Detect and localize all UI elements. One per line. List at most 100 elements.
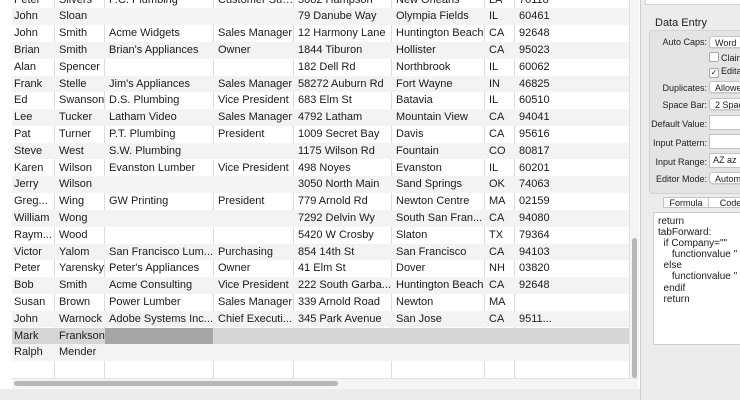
address-cell[interactable]: 182 Dell Rd — [298, 59, 394, 76]
city-cell[interactable]: Huntington Beach — [396, 277, 488, 294]
first-name-cell[interactable]: John — [14, 311, 57, 328]
state-cell[interactable]: CO — [489, 143, 517, 160]
table-row[interactable]: Mark Frankson — [12, 327, 629, 345]
table-row[interactable]: Frank Stelle Jim's Appliances Sales Manager… — [12, 75, 629, 93]
address-cell[interactable]: 7292 Delvin Wy — [298, 210, 394, 227]
title-cell[interactable] — [218, 8, 296, 25]
city-cell[interactable]: Newton Centre — [396, 193, 488, 210]
tab-code[interactable]: Code — [708, 197, 740, 208]
table-row[interactable]: Greg... Wing GW Printing President 779 Arnol… — [12, 193, 629, 210]
last-name-cell[interactable]: Smith — [59, 42, 107, 59]
first-name-cell[interactable]: Mark — [14, 328, 57, 345]
zip-cell[interactable]: 02159 — [519, 193, 561, 210]
last-name-cell[interactable]: Tucker — [59, 109, 107, 126]
title-cell[interactable] — [218, 143, 296, 160]
table-row[interactable]: Susan Brown Power Lumber Sales Manager 339 A… — [12, 294, 629, 311]
zip-cell[interactable]: 60062 — [519, 59, 561, 76]
zip-cell[interactable]: 94080 — [519, 210, 561, 227]
first-name-cell[interactable]: Lee — [14, 109, 57, 126]
first-name-cell[interactable]: Ralph — [14, 344, 57, 361]
editable-checkbox[interactable]: ✓Editab — [709, 66, 740, 78]
city-cell[interactable]: Mountain View — [396, 109, 488, 126]
city-cell[interactable]: Slaton — [396, 227, 488, 244]
title-cell[interactable] — [218, 328, 296, 345]
zip-cell[interactable]: 03820 — [519, 260, 561, 277]
last-name-cell[interactable]: Smith — [59, 277, 107, 294]
company-cell[interactable]: GW Printing — [109, 193, 216, 210]
last-name-cell[interactable]: Warnock — [59, 311, 107, 328]
first-name-cell[interactable]: Peter — [14, 0, 57, 8]
first-name-cell[interactable]: Karen — [14, 160, 57, 177]
state-cell[interactable]: IL — [489, 59, 517, 76]
address-cell[interactable]: 79 Danube Way — [298, 8, 394, 25]
company-cell[interactable]: P.C. Plumbing — [109, 0, 216, 8]
state-cell[interactable]: LA — [489, 0, 517, 8]
last-name-cell[interactable]: Mender — [59, 344, 107, 361]
company-cell[interactable] — [109, 8, 216, 25]
first-name-cell[interactable]: Jerry — [14, 176, 57, 193]
zip-cell[interactable] — [519, 328, 561, 345]
table-row[interactable]: Alan Spencer 182 Dell Rd Northbrook IL 60062 — [12, 59, 629, 76]
title-cell[interactable]: Vice President — [218, 277, 296, 294]
last-name-cell[interactable]: Yalom — [59, 244, 107, 261]
state-cell[interactable]: CA — [489, 311, 517, 328]
state-cell[interactable] — [489, 344, 517, 361]
last-name-cell[interactable]: Yarensky — [59, 260, 107, 277]
address-cell[interactable]: 1175 Wilson Rd — [298, 143, 394, 160]
table-row[interactable]: William Wong 7292 Delvin Wy South San Fran.… — [12, 209, 629, 227]
table-row[interactable]: PeterSilversP.C. PlumbingCustomer Sup...… — [12, 0, 629, 8]
company-cell[interactable] — [109, 59, 216, 76]
table-row[interactable]: Raym... Wood 5420 W Crosby Slaton TX 79364 — [12, 227, 629, 244]
company-cell[interactable]: D.S. Plumbing — [109, 92, 216, 109]
horizontal-scroll-thumb[interactable] — [14, 381, 338, 386]
address-cell[interactable]: 339 Arnold Road — [298, 294, 394, 311]
state-cell[interactable]: MA — [489, 193, 517, 210]
input-range-input[interactable]: AZ az — [709, 153, 740, 168]
zip-cell[interactable]: 95616 — [519, 126, 561, 143]
title-cell[interactable] — [218, 227, 296, 244]
address-cell[interactable]: 41 Elm St — [298, 260, 394, 277]
company-cell[interactable]: Jim's Appliances — [109, 76, 216, 93]
first-name-cell[interactable]: Victor — [14, 244, 57, 261]
city-cell[interactable]: Newton — [396, 294, 488, 311]
last-name-cell[interactable]: Stelle — [59, 76, 107, 93]
title-cell[interactable]: Customer Sup... — [218, 0, 296, 8]
code-editor[interactable]: return tabForward: if Company="" function… — [653, 212, 740, 345]
last-name-cell[interactable]: Silvers — [59, 0, 107, 8]
zip-cell[interactable]: 60201 — [519, 160, 561, 177]
last-name-cell[interactable]: Smith — [59, 25, 107, 42]
state-cell[interactable]: CA — [489, 277, 517, 294]
title-cell[interactable]: Sales Manager — [218, 25, 296, 42]
last-name-cell[interactable]: Wong — [59, 210, 107, 227]
zip-cell[interactable]: 94103 — [519, 244, 561, 261]
title-cell[interactable]: Chief Executi... — [218, 311, 296, 328]
state-cell[interactable]: NH — [489, 260, 517, 277]
horizontal-scrollbar[interactable] — [12, 378, 638, 389]
company-cell[interactable]: Latham Video — [109, 109, 216, 126]
address-cell[interactable] — [298, 344, 394, 361]
city-cell[interactable]: Fountain — [396, 143, 488, 160]
editable-checkbox-box[interactable]: ✓ — [709, 68, 719, 78]
city-cell[interactable]: Dover — [396, 260, 488, 277]
last-name-cell[interactable]: Wilson — [59, 176, 107, 193]
table-row[interactable]: John Smith Acme Widgets Sales Manager 12 Har… — [12, 25, 629, 42]
city-cell[interactable]: San Jose — [396, 311, 488, 328]
title-cell[interactable]: Vice President — [218, 160, 296, 177]
state-cell[interactable]: MA — [489, 294, 517, 311]
address-cell[interactable]: 1009 Secret Bay — [298, 126, 394, 143]
editor-mode-popup[interactable]: Automa — [709, 172, 740, 184]
title-cell[interactable]: Purchasing — [218, 244, 296, 261]
first-name-cell[interactable]: Brian — [14, 42, 57, 59]
table-row[interactable]: Lee Tucker Latham Video Sales Manager 4792 L… — [12, 109, 629, 126]
zip-cell[interactable]: 9511... — [519, 311, 561, 328]
city-cell[interactable]: Davis — [396, 126, 488, 143]
last-name-cell[interactable]: Wood — [59, 227, 107, 244]
table-row[interactable]: Karen Wilson Evanston Lumber Vice President… — [12, 160, 629, 177]
auto-caps-popup[interactable]: Word — [709, 36, 740, 48]
zip-cell[interactable]: 60510 — [519, 92, 561, 109]
address-cell[interactable]: 3050 North Main — [298, 176, 394, 193]
data-table[interactable]: PeterSilversP.C. PlumbingCustomer Sup...… — [12, 0, 629, 378]
city-cell[interactable]: San Francisco — [396, 244, 488, 261]
state-cell[interactable]: TX — [489, 227, 517, 244]
address-cell[interactable]: 854 14th St — [298, 244, 394, 261]
